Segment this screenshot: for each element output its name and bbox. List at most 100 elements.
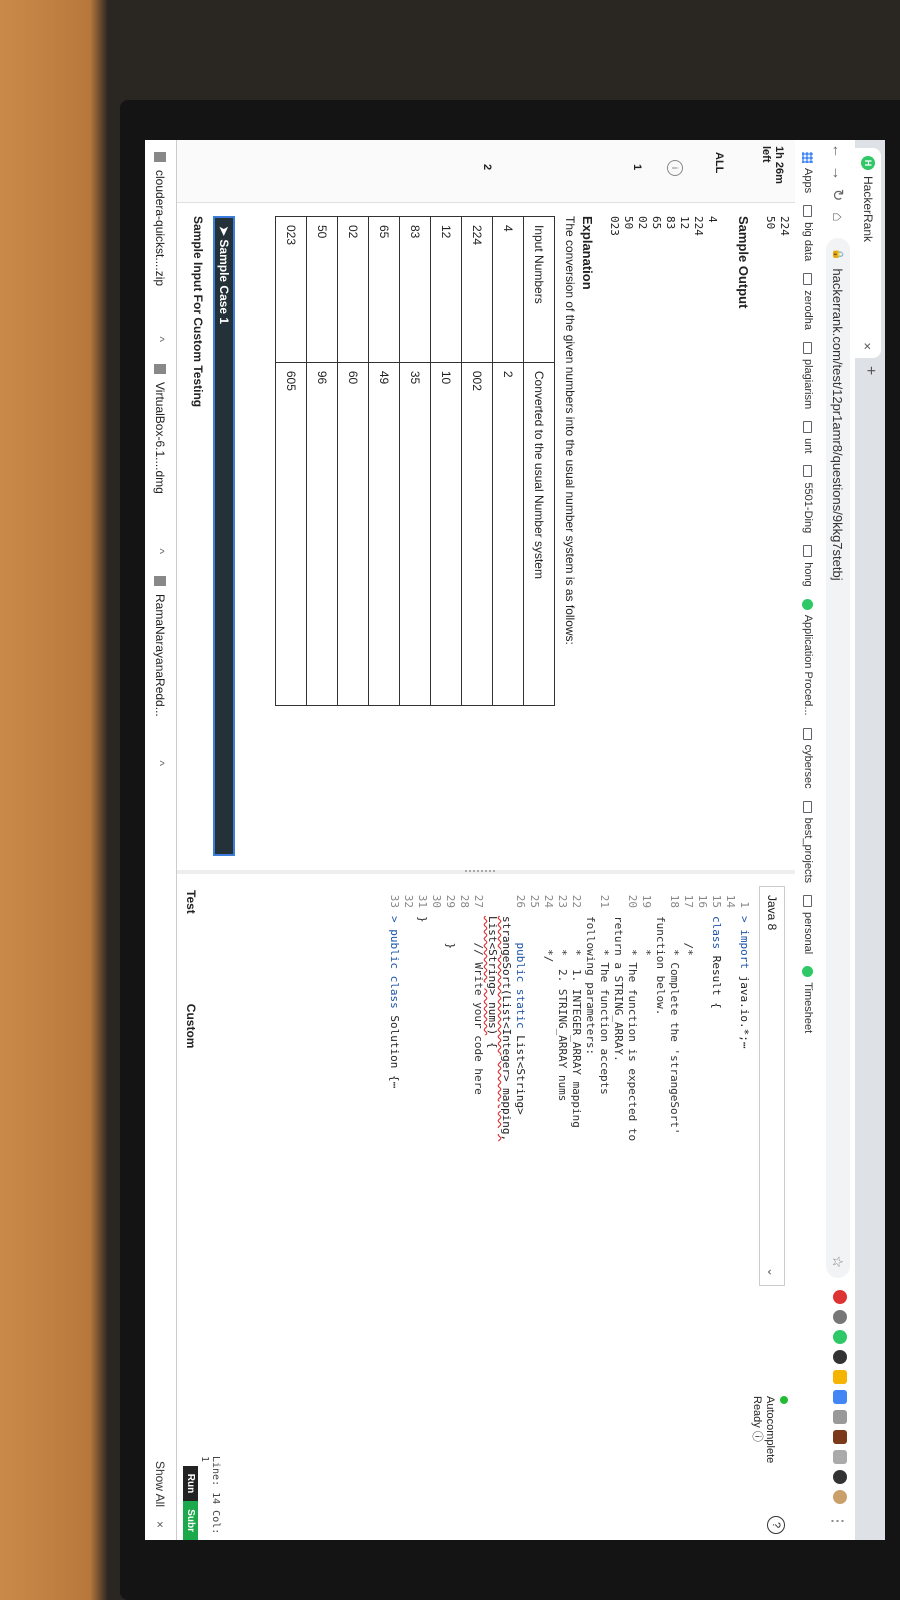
apps-grid-icon: [802, 152, 814, 163]
folder-icon: [803, 205, 813, 218]
close-icon[interactable]: ×: [153, 1521, 167, 1528]
extension-icon[interactable]: [833, 1470, 847, 1484]
column-header: Input Numbers: [523, 216, 555, 363]
tab-close-button[interactable]: ×: [861, 342, 876, 350]
status-dot-icon: [780, 1396, 788, 1404]
sidebar-item-question-1[interactable]: 1: [631, 164, 643, 170]
sample-case-toggle[interactable]: ➤ Sample Case 1: [213, 216, 235, 856]
bookmark-folder[interactable]: unt: [802, 421, 814, 453]
submit-button[interactable]: Subr: [183, 1501, 199, 1540]
browser-menu-icon[interactable]: ⋮: [829, 1510, 847, 1532]
sidebar-item-question-2[interactable]: 2: [481, 164, 493, 170]
bookmark-site[interactable]: Timesheet: [802, 966, 814, 1033]
extension-icon[interactable]: [833, 1310, 847, 1324]
code-editor-pane: Java 8 ⌄ Autocomplete Ready ⓘ ? 1 > impor…: [177, 876, 795, 1540]
folder-icon: [803, 421, 813, 434]
extension-icon[interactable]: [833, 1330, 847, 1344]
forward-icon[interactable]: →: [830, 162, 847, 184]
extension-icon[interactable]: [833, 1390, 847, 1404]
table-row: 02 60: [337, 216, 369, 706]
url-bar[interactable]: 🔒 hackerrank.com/test/12pr1amr8/question…: [826, 238, 850, 1278]
address-row: ← → ↻ ⌂ 🔒 hackerrank.com/test/12pr1amr8/…: [820, 140, 855, 1540]
table-row: 50 96: [306, 216, 338, 706]
extension-icon[interactable]: [833, 1370, 847, 1384]
bookmark-folder[interactable]: zerodha: [802, 273, 814, 330]
folder-icon: [803, 465, 813, 478]
download-item[interactable]: cloudera-quickst....zip ^: [153, 152, 167, 352]
info-icon[interactable]: i: [667, 160, 683, 176]
site-icon: [802, 966, 814, 978]
file-icon: [154, 152, 166, 162]
editor-bottom-bar: Test Custom Run Subr: [177, 876, 205, 1540]
table-row: 023 605: [275, 216, 307, 706]
bookmark-folder[interactable]: hong: [802, 545, 814, 587]
hackerrank-logo-icon: H: [861, 156, 875, 170]
sample-output-block: 4 224 12 83 65 02 50 023: [608, 216, 719, 236]
run-button[interactable]: Run: [183, 1465, 199, 1502]
extension-icon[interactable]: [833, 1410, 847, 1424]
folder-icon: [803, 727, 813, 740]
time-remaining: 1h 26m left: [760, 146, 785, 184]
tab-custom[interactable]: Custom: [184, 1004, 198, 1049]
sample-output-heading: Sample Output: [736, 216, 751, 309]
download-item[interactable]: VirtualBox-6.1....dmg ^: [153, 364, 167, 564]
folder-icon: [803, 800, 813, 813]
table-header-row: Input Numbers Converted to the usual Num…: [523, 216, 555, 706]
table-row: 224 002: [461, 216, 493, 706]
bookmark-star-icon[interactable]: ☆: [830, 1255, 847, 1268]
tab-title: HackerRank: [861, 176, 875, 243]
chevron-up-icon[interactable]: ^: [153, 548, 167, 554]
extension-icon[interactable]: [833, 1350, 847, 1364]
language-select[interactable]: Java 8 ⌄: [759, 886, 785, 1286]
extension-icon[interactable]: [833, 1430, 847, 1444]
browser-window: H HackerRank × + ← → ↻ ⌂ 🔒 hackerrank.co…: [145, 140, 885, 1540]
chevron-down-icon: ⌄: [765, 1266, 779, 1277]
bookmark-folder[interactable]: cybersec: [802, 727, 814, 789]
table-row: 12 10: [430, 216, 462, 706]
chevron-up-icon[interactable]: ^: [153, 760, 167, 766]
bookmark-folder[interactable]: big data: [802, 205, 814, 261]
sidebar-item-all[interactable]: ALL: [713, 152, 725, 173]
bookmark-folder[interactable]: 5501-Ding: [802, 465, 814, 533]
tab-hackerrank[interactable]: H HackerRank ×: [855, 148, 881, 358]
chevron-up-icon[interactable]: ^: [153, 336, 167, 342]
extension-icon[interactable]: [833, 1290, 847, 1304]
explanation-heading: Explanation: [580, 216, 595, 290]
show-all-downloads-link[interactable]: Show All: [153, 1461, 167, 1507]
download-item[interactable]: RamaNarayanaRedd... ^: [153, 576, 167, 776]
folder-icon: [803, 273, 813, 286]
extension-icon[interactable]: [833, 1450, 847, 1464]
lock-icon: 🔒: [832, 248, 844, 261]
sample-input-tail: 224 50: [764, 216, 791, 236]
help-icon[interactable]: ?: [767, 1516, 785, 1534]
download-shelf: cloudera-quickst....zip ^ VirtualBox-6.1.…: [145, 140, 177, 1540]
back-icon[interactable]: ←: [830, 140, 847, 162]
custom-input-heading: Sample Input For Custom Testing: [191, 216, 205, 408]
file-icon: [154, 576, 166, 586]
conversion-table: Input Numbers Converted to the usual Num…: [275, 216, 555, 706]
file-icon: [154, 364, 166, 374]
profile-avatar[interactable]: [833, 1490, 847, 1504]
tab-test[interactable]: Test: [184, 890, 198, 914]
code-area[interactable]: 1 > import java.io.*;⋯ 14 15 class Result …: [387, 886, 751, 1526]
reload-icon[interactable]: ↻: [829, 184, 847, 206]
column-header: Converted to the usual Number system: [523, 362, 555, 706]
new-tab-button[interactable]: +: [861, 366, 879, 375]
folder-icon: [803, 342, 813, 354]
bookmark-folder[interactable]: plagiarism: [802, 342, 814, 409]
table-row: 65 49: [368, 216, 400, 706]
autocomplete-status[interactable]: Autocomplete Ready ⓘ: [750, 1396, 789, 1463]
url-text: hackerrank.com/test/12pr1amr8/questions/…: [830, 268, 846, 581]
bookmark-folder[interactable]: best_projects: [802, 800, 814, 883]
bookmark-apps[interactable]: Apps: [802, 152, 814, 193]
explanation-text: The conversion of the given numbers into…: [563, 216, 577, 645]
bookmarks-bar: Apps big data zerodha plagiarism unt 550…: [794, 140, 821, 1540]
question-sidebar: 1h 26m left ALL i 1 2: [177, 140, 795, 203]
home-icon[interactable]: ⌂: [830, 206, 847, 228]
table-row: 42: [492, 216, 524, 706]
bookmark-folder[interactable]: personal: [802, 895, 814, 954]
folder-icon: [803, 545, 813, 558]
hackerrank-page: 1h 26m left ALL i 1 2 224 50 Sample Outp…: [177, 140, 795, 1540]
cursor-icon: ➤: [217, 226, 231, 240]
bookmark-site[interactable]: Application Proced...: [802, 598, 814, 716]
